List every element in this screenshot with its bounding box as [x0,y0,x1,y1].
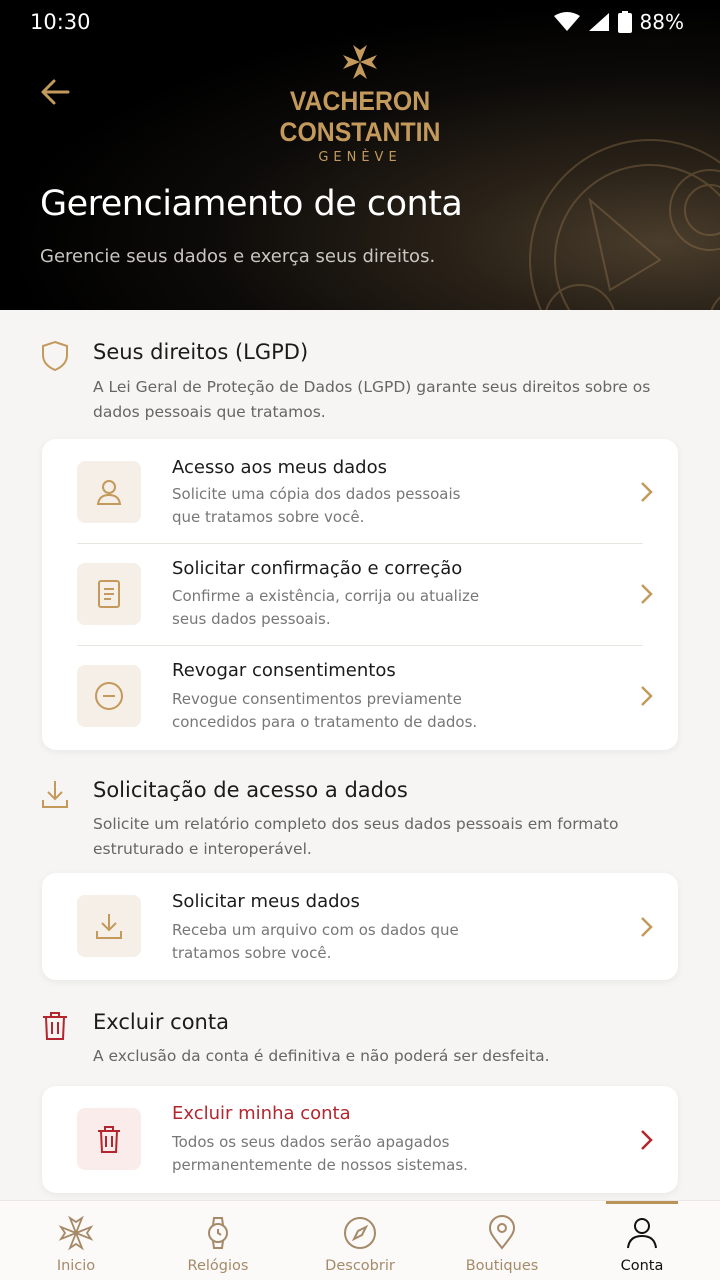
section-title: Excluir conta [93,1010,229,1034]
nav-label: Conta [620,1258,664,1274]
row-desc: Revogue consentimentos previamente conce… [172,690,478,731]
row-desc: Todos os seus dados serão apagados perma… [172,1133,468,1174]
shield-icon [42,340,68,372]
row-desc: Solicite uma cópia dos dados pessoais qu… [172,485,461,526]
list-item-request-data[interactable]: Solicitar meus dados Receba um arquivo c… [42,873,678,980]
row-desc: Receba um arquivo com os dados que trata… [172,921,459,962]
row-title: Solicitar meus dados [172,891,360,912]
document-icon [98,580,120,608]
brand-sub: GENÈVE [318,150,402,165]
battery-percent: 88% [639,10,684,34]
chevron-right-icon [641,686,653,706]
trash-icon [98,1126,120,1153]
list-item-access-data[interactable]: Acesso aos meus dados Solicite uma cópia… [42,439,678,543]
arrow-left-icon [41,79,70,105]
nav-item-relogios[interactable]: Relógios [147,1201,289,1280]
nav-label: Descobrir [325,1258,395,1274]
watch-icon [208,1217,228,1249]
back-button[interactable] [36,72,76,112]
person-icon [627,1218,657,1249]
row-title: Solicitar confirmação e correção [172,558,463,579]
section-desc: A Lei Geral de Proteção de Dados (LGPD) … [93,378,651,421]
header: 10:30 88% VACHERON CONSTANTIN GENÈVE Ger… [0,0,720,310]
chevron-right-icon [641,1130,653,1150]
nav-label: Inicio [56,1258,96,1274]
wifi-icon [553,12,580,31]
section-title: Seus direitos (LGPD) [93,340,309,364]
active-tab-indicator [606,1201,678,1204]
nav-item-descobrir[interactable]: Descobrir [289,1201,431,1280]
list-item-confirm-correct[interactable]: Solicitar confirmação e correção Confirm… [42,544,678,645]
nav-item-boutiques[interactable]: Boutiques [431,1201,573,1280]
signal-icon [588,13,609,31]
maltese-cross-icon [58,1215,94,1251]
section-desc: A exclusão da conta é definitiva e não p… [93,1047,550,1065]
chevron-right-icon [641,584,653,604]
download-icon [96,914,122,939]
nav-item-conta[interactable]: Conta [571,1201,713,1280]
chevron-right-icon [641,482,653,502]
status-time: 10:30 [30,10,91,34]
page-subtitle: Gerencie seus dados e exerça seus direit… [40,246,436,267]
status-bar: 10:30 88% [0,0,720,48]
page-title: Gerenciamento de conta [40,184,463,224]
battery-icon [617,11,632,33]
compass-icon [344,1217,376,1249]
minus-circle-icon [95,682,123,710]
row-title: Revogar consentimentos [172,660,396,681]
chevron-right-icon [641,917,653,937]
brand-name: VACHERON CONSTANTIN [279,86,441,147]
maltese-cross-logo-icon [343,45,377,79]
user-icon [96,480,122,505]
row-title: Acesso aos meus dados [172,457,387,478]
section-title: Solicitação de acesso a dados [93,778,408,802]
row-desc: Confirme a existência, corrija ou atuali… [172,587,480,628]
list-item-revoke-consent[interactable]: Revogar consentimentos Revogue consentim… [42,646,678,750]
delete-card: Excluir minha conta Todos os seus dados … [42,1086,678,1193]
section-desc: Solicite um relatório completo dos seus … [93,815,619,858]
location-pin-icon [488,1215,516,1250]
trash-icon [43,1012,67,1040]
list-item-delete-account[interactable]: Excluir minha conta Todos os seus dados … [42,1086,678,1193]
rights-card: Acesso aos meus dados Solicite uma cópia… [42,439,678,750]
nav-item-inicio[interactable]: Inicio [5,1201,147,1280]
download-icon [42,781,68,808]
brand-logo: VACHERON CONSTANTIN GENÈVE [210,42,510,165]
row-title: Excluir minha conta [172,1103,351,1124]
nav-label: Relógios [187,1258,249,1274]
access-card: Solicitar meus dados Receba um arquivo c… [42,873,678,980]
bottom-nav: Inicio Relógios Descobrir Boutiques Cont… [0,1200,720,1280]
nav-label: Boutiques [465,1258,539,1274]
